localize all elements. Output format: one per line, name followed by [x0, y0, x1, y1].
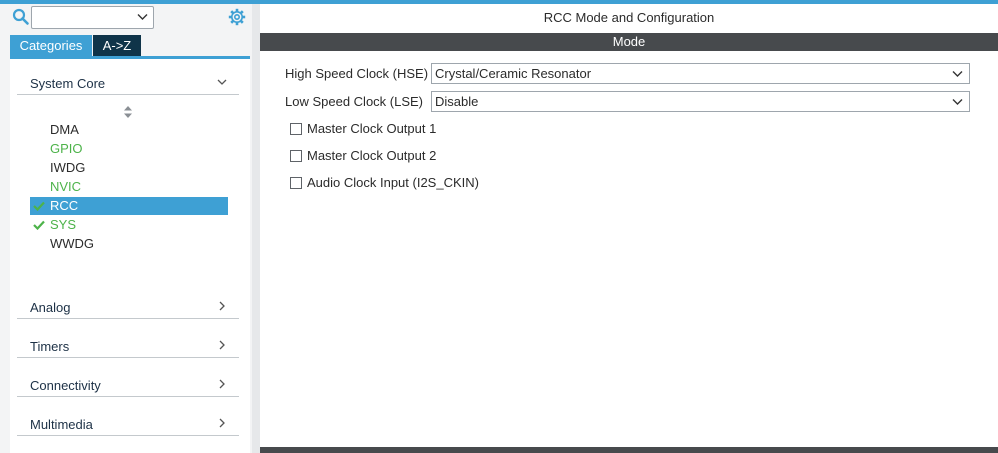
left-panel: Categories A->Z System Core DMA GPIO IWD… [0, 0, 252, 453]
list-item-gpio[interactable]: GPIO [30, 140, 228, 158]
list-item-label: SYS [50, 217, 77, 232]
chevron-right-icon [219, 340, 225, 350]
list-item-wwdg[interactable]: WWDG [30, 235, 228, 253]
list-item-label: DMA [50, 122, 79, 137]
list-item-label: IWDG [50, 160, 86, 175]
list-item-label: GPIO [50, 141, 83, 156]
chevron-down-icon [952, 99, 963, 105]
check-icon [33, 201, 45, 211]
category-analog[interactable]: Analog [17, 293, 239, 319]
top-accent-strip [252, 0, 998, 4]
search-input[interactable] [31, 6, 154, 29]
chevron-down-icon [952, 71, 963, 77]
configuration-section-header[interactable] [260, 447, 998, 453]
lse-select[interactable]: Disable [431, 91, 970, 112]
chevron-right-icon [219, 418, 225, 428]
hse-label: High Speed Clock (HSE) [285, 66, 429, 81]
category-timers[interactable]: Timers [17, 332, 239, 358]
master-clock-output-1-checkbox[interactable] [290, 123, 302, 135]
master-clock-output-1-label[interactable]: Master Clock Output 1 [307, 121, 436, 136]
list-item-sys[interactable]: SYS [30, 216, 228, 234]
sort-icon[interactable] [123, 105, 133, 119]
hse-select[interactable]: Crystal/Ceramic Resonator [431, 63, 970, 84]
chevron-right-icon [219, 379, 225, 389]
page-title: RCC Mode and Configuration [543, 10, 715, 25]
audio-clock-input-label[interactable]: Audio Clock Input (I2S_CKIN) [307, 175, 479, 190]
tab-categories[interactable]: Categories [10, 35, 92, 56]
tab-a-to-z[interactable]: A->Z [93, 35, 141, 56]
master-clock-output-2-checkbox[interactable] [290, 150, 302, 162]
category-label: Connectivity [30, 378, 101, 393]
lse-label: Low Speed Clock (LSE) [285, 94, 424, 109]
chevron-down-icon [137, 14, 148, 20]
mode-section-header[interactable]: Mode [260, 33, 998, 51]
audio-clock-input-checkbox[interactable] [290, 177, 302, 189]
category-label: Multimedia [30, 417, 93, 432]
list-item-label: NVIC [50, 179, 82, 194]
category-label: Timers [30, 339, 70, 354]
master-clock-output-2-label[interactable]: Master Clock Output 2 [307, 148, 436, 163]
list-item-nvic[interactable]: NVIC [30, 178, 228, 196]
list-item-dma[interactable]: DMA [30, 121, 228, 139]
category-multimedia[interactable]: Multimedia [17, 410, 239, 436]
gear-icon[interactable] [228, 8, 246, 26]
lse-select-value: Disable [435, 94, 479, 109]
category-label: System Core [30, 76, 106, 91]
category-connectivity[interactable]: Connectivity [17, 371, 239, 397]
hse-select-value: Crystal/Ceramic Resonator [435, 66, 592, 81]
top-accent-strip [0, 0, 252, 4]
panel-splitter[interactable] [252, 0, 260, 453]
check-icon [33, 220, 45, 230]
search-icon[interactable] [12, 8, 30, 26]
chevron-down-icon [217, 79, 227, 85]
list-item-label: RCC [50, 198, 79, 213]
category-label: Analog [30, 300, 71, 315]
list-item-iwdg[interactable]: IWDG [30, 159, 228, 177]
list-item-rcc[interactable]: RCC [30, 197, 228, 215]
chevron-right-icon [219, 301, 225, 311]
category-system-core[interactable]: System Core [17, 69, 239, 95]
list-item-label: WWDG [50, 236, 95, 251]
